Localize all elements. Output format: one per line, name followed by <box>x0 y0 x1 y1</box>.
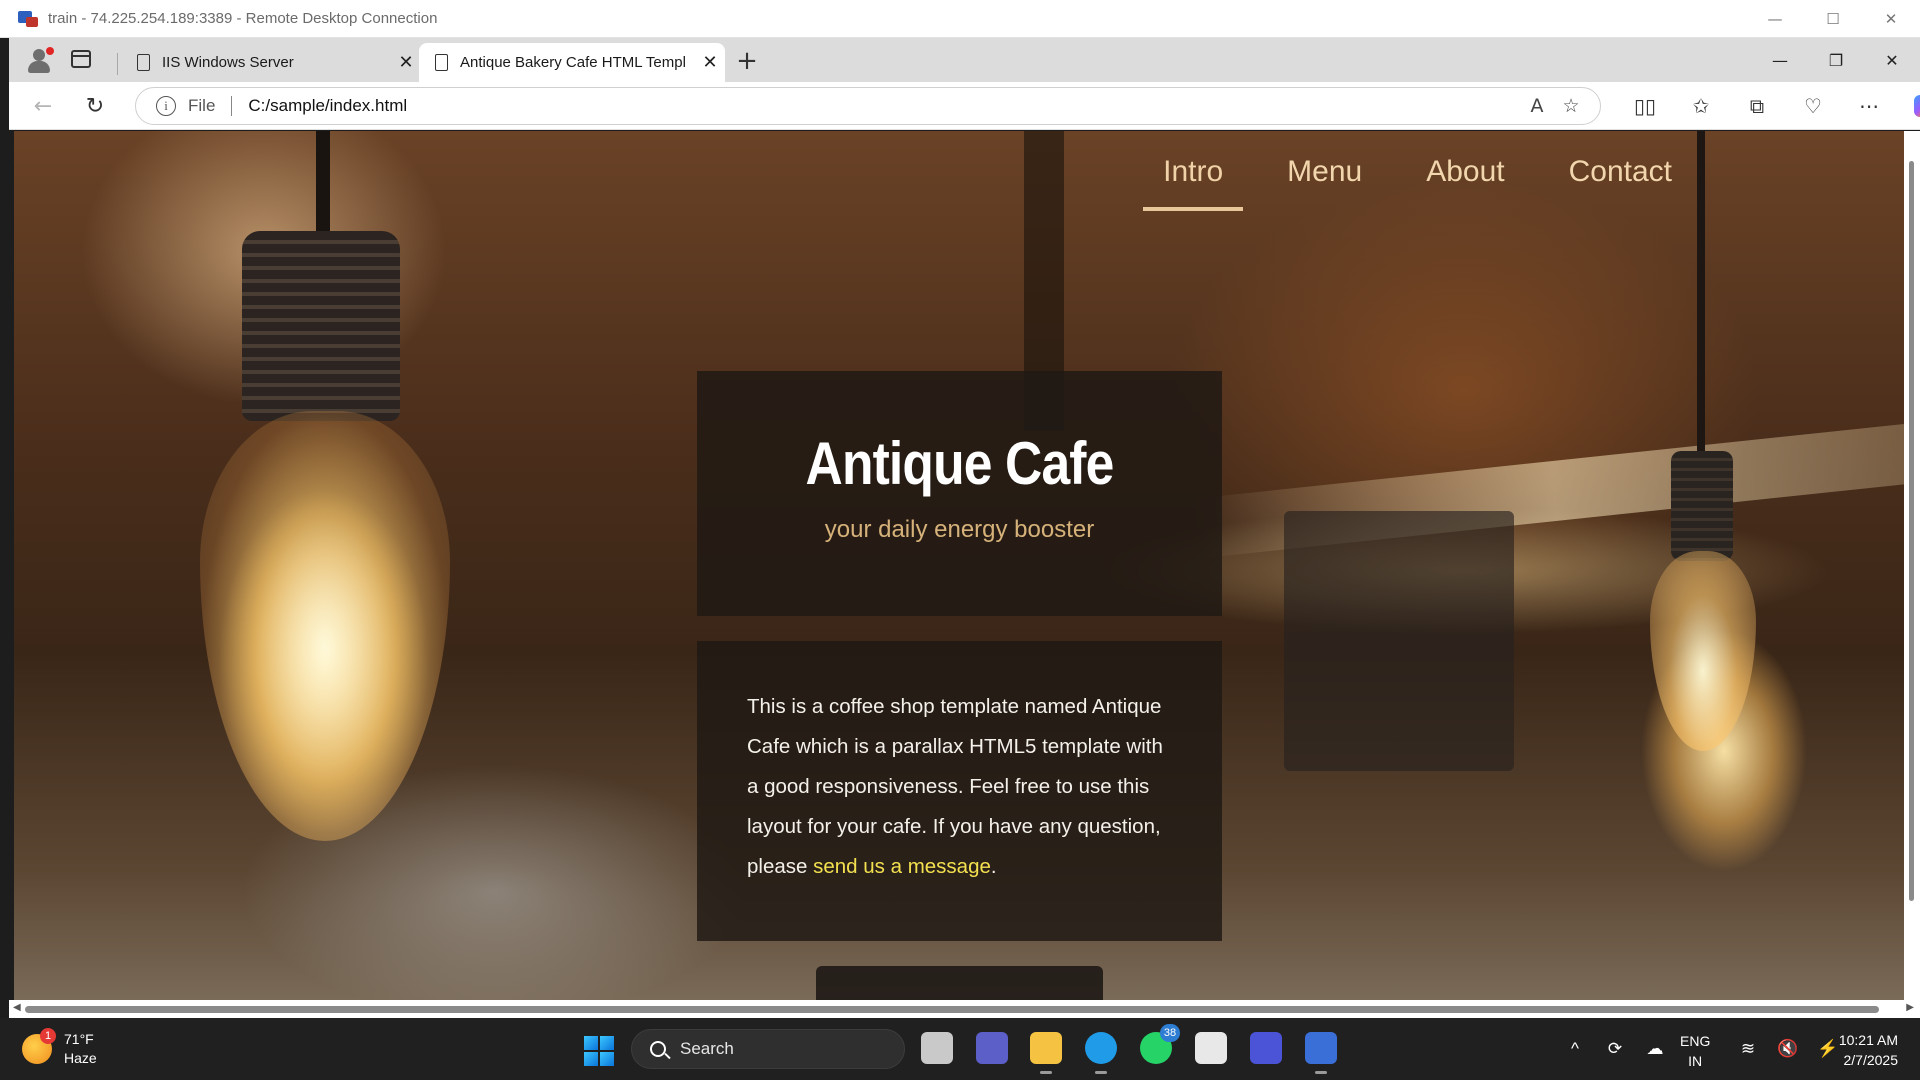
tab-close-icon[interactable]: ✕ <box>391 52 421 73</box>
browser-minimize-button[interactable]: — <box>1752 38 1808 82</box>
settings-more-icon[interactable]: ⋯ <box>1841 90 1897 122</box>
send-message-link[interactable]: send us a message <box>813 855 991 878</box>
system-clock[interactable]: 10:21 AM 2/7/2025 <box>1830 1030 1898 1070</box>
new-tab-button[interactable]: + <box>727 43 767 79</box>
back-button[interactable]: ← <box>27 91 59 121</box>
vertical-scrollbar[interactable] <box>1904 131 1920 1000</box>
weather-badge: 1 <box>40 1028 56 1044</box>
onedrive-icon[interactable]: ☁ <box>1635 1039 1675 1059</box>
horizontal-scrollbar[interactable]: ◀ ▶ <box>9 1000 1920 1018</box>
edge-icon[interactable] <box>1085 1032 1117 1074</box>
volume-muted-icon[interactable]: 🔇 <box>1768 1039 1808 1059</box>
tab-separator <box>117 53 118 75</box>
background-light-bulb <box>1650 551 1756 751</box>
scroll-left-icon[interactable]: ◀ <box>13 1002 21 1013</box>
url-input[interactable]: C:/sample/index.html <box>248 96 1520 116</box>
background-chalkboard <box>1284 511 1514 771</box>
start-button[interactable] <box>584 1036 614 1066</box>
rdp-maximize-button[interactable]: ☐ <box>1804 0 1862 38</box>
hero-title: Antique Cafe <box>805 430 1115 497</box>
weather-widget[interactable]: 1 71°F Haze <box>22 1028 97 1068</box>
wifi-icon[interactable]: ≋ <box>1728 1039 1768 1059</box>
remote-desktop-icon <box>18 9 40 29</box>
tab-actions-icon[interactable] <box>71 50 91 68</box>
hero-box: Antique Cafe your daily energy booster <box>697 371 1222 616</box>
read-aloud-icon[interactable]: A <box>1520 95 1554 117</box>
vertical-scroll-thumb[interactable] <box>1909 161 1914 901</box>
favorites-icon[interactable]: ✩ <box>1673 90 1729 122</box>
nav-intro[interactable]: Intro <box>1143 143 1244 211</box>
copilot-icon[interactable] <box>1897 90 1920 122</box>
nav-about[interactable]: About <box>1406 143 1524 201</box>
search-label: Search <box>680 1039 734 1058</box>
horizontal-scroll-thumb[interactable] <box>25 1006 1879 1013</box>
visual-studio-icon[interactable] <box>1250 1032 1282 1064</box>
intro-text: This is a coffee shop template named Ant… <box>747 695 1163 878</box>
show-hidden-icons-chevron[interactable]: ^ <box>1555 1039 1595 1059</box>
collections-icon[interactable]: ⧉ <box>1729 90 1785 122</box>
background-bulb-socket <box>242 231 400 421</box>
site-nav: Intro Menu About Contact <box>1119 143 1692 211</box>
rdp-close-button[interactable]: ✕ <box>1862 0 1920 38</box>
taskbar-search[interactable]: Search <box>631 1029 905 1069</box>
nav-menu[interactable]: Menu <box>1267 143 1382 201</box>
teams-meet-icon[interactable] <box>976 1032 1008 1064</box>
tab-antique-bakery-cafe[interactable]: Antique Bakery Cafe HTML Templ ✕ <box>419 43 725 82</box>
favorite-star-icon[interactable]: ☆ <box>1554 95 1588 117</box>
language-indicator[interactable]: ENG IN <box>1680 1031 1710 1071</box>
background-cord <box>1697 131 1705 461</box>
tab-label: IIS Windows Server <box>162 54 294 71</box>
address-separator <box>231 96 233 116</box>
address-bar[interactable]: i File C:/sample/index.html A ☆ <box>135 87 1601 125</box>
reload-button[interactable]: ↻ <box>79 91 111 121</box>
hero-tagline: your daily energy booster <box>824 516 1095 543</box>
next-section-box <box>816 966 1103 1000</box>
browser-restore-button[interactable]: ❐ <box>1808 38 1864 82</box>
site-info-icon[interactable]: i <box>156 96 176 116</box>
search-icon <box>650 1041 666 1057</box>
weather-temperature: 71°F <box>64 1031 94 1047</box>
nav-contact[interactable]: Contact <box>1549 143 1692 201</box>
background-light-bulb <box>200 411 450 841</box>
intro-paragraph: This is a coffee shop template named Ant… <box>747 687 1174 887</box>
page-viewport: Intro Menu About Contact Antique Cafe yo… <box>14 131 1904 1000</box>
page-icon <box>435 54 448 71</box>
profile-avatar-icon[interactable] <box>25 46 54 74</box>
background-bulb-socket <box>1671 451 1733 561</box>
browser-toolbar: ← ↻ i File C:/sample/index.html A ☆ ▯▯ ✩… <box>9 82 1920 130</box>
clock-date: 2/7/2025 <box>1843 1052 1899 1068</box>
page-icon <box>137 54 150 71</box>
language-code: ENG <box>1680 1033 1711 1049</box>
weather-condition: Haze <box>64 1050 97 1066</box>
rdp-window-title: train - 74.225.254.189:3389 - Remote Des… <box>48 10 438 27</box>
whatsapp-badge: 38 <box>1160 1024 1180 1042</box>
clock-time: 10:21 AM <box>1838 1032 1898 1048</box>
intro-text-box: This is a coffee shop template named Ant… <box>697 641 1222 941</box>
scheme-label: File <box>188 96 216 115</box>
remote-desktop-taskbar-icon[interactable] <box>1305 1032 1337 1074</box>
browser-essentials-icon[interactable]: ♡ <box>1785 90 1841 122</box>
split-screen-icon[interactable]: ▯▯ <box>1617 90 1673 122</box>
keyboard-region: IN <box>1688 1053 1703 1069</box>
rdp-title-bar: train - 74.225.254.189:3389 - Remote Des… <box>0 0 1920 38</box>
browser-close-button[interactable]: ✕ <box>1864 38 1920 82</box>
whatsapp-icon[interactable]: 38 <box>1140 1024 1180 1064</box>
sync-icon[interactable]: ⟳ <box>1595 1039 1635 1059</box>
microsoft-store-icon[interactable] <box>1195 1032 1227 1064</box>
file-explorer-icon[interactable] <box>1030 1032 1062 1074</box>
tab-close-icon[interactable]: ✕ <box>695 52 725 73</box>
task-view-icon[interactable] <box>921 1032 953 1064</box>
browser-tab-strip: IIS Windows Server ✕ Antique Bakery Cafe… <box>9 38 1920 82</box>
intro-text-end: . <box>990 855 997 878</box>
tab-label: Antique Bakery Cafe HTML Templ <box>460 54 686 71</box>
rdp-minimize-button[interactable]: — <box>1746 0 1804 38</box>
tab-iis-windows-server[interactable]: IIS Windows Server ✕ <box>121 43 421 82</box>
scroll-right-icon[interactable]: ▶ <box>1906 1002 1914 1013</box>
windows-taskbar: 1 71°F Haze Search 38 ^ ⟳ ☁ ENG IN ≋ 🔇 ⚡… <box>0 1018 1920 1080</box>
weather-sun-icon: 1 <box>22 1028 56 1064</box>
